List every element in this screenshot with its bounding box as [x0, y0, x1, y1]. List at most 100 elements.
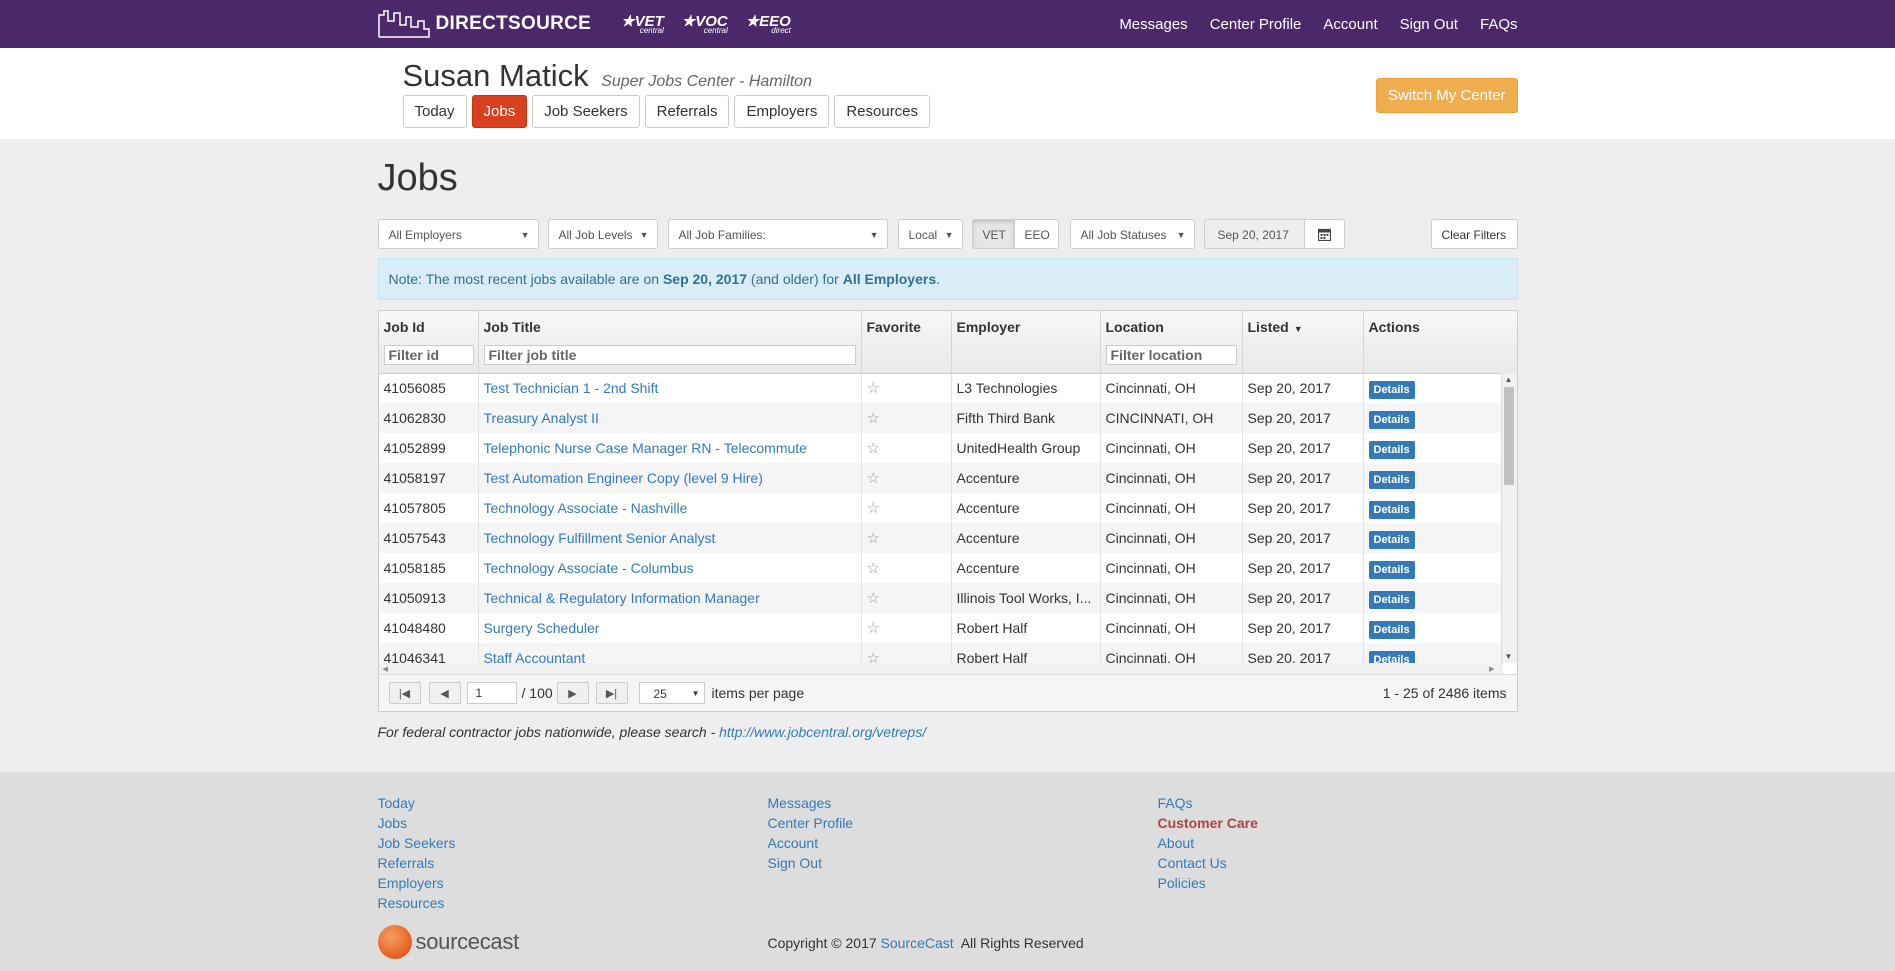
footer-job-seekers[interactable]: Job Seekers — [378, 833, 456, 853]
footer-about[interactable]: About — [1158, 833, 1258, 853]
tab-today[interactable]: Today — [402, 95, 467, 128]
footer-messages[interactable]: Messages — [768, 793, 854, 813]
details-button[interactable]: Details — [1368, 651, 1415, 663]
date-input[interactable]: Sep 20, 2017 — [1203, 219, 1305, 249]
vet-central-logo[interactable]: ★VET central — [621, 14, 664, 35]
scroll-up-icon[interactable]: ▲ — [1505, 375, 1513, 384]
tab-job-seekers[interactable]: Job Seekers — [532, 95, 640, 128]
tab-jobs[interactable]: Jobs — [471, 95, 528, 128]
nav-messages[interactable]: Messages — [1119, 16, 1187, 33]
scroll-down-icon[interactable]: ▼ — [1505, 652, 1513, 661]
first-page-button[interactable]: |◀ — [388, 682, 421, 704]
details-button[interactable]: Details — [1368, 591, 1415, 609]
details-button[interactable]: Details — [1368, 471, 1415, 489]
employers-select[interactable]: All Employers ▼ — [377, 219, 539, 249]
footer-sign-out[interactable]: Sign Out — [768, 853, 854, 873]
footer-referrals[interactable]: Referrals — [378, 853, 456, 873]
footer-faqs[interactable]: FAQs — [1158, 793, 1258, 813]
vertical-scrollbar[interactable]: ▲ ▼ — [1500, 373, 1517, 663]
details-button[interactable]: Details — [1368, 441, 1415, 459]
details-button[interactable]: Details — [1368, 621, 1415, 639]
footer-today[interactable]: Today — [378, 793, 456, 813]
star-icon[interactable]: ☆ — [867, 500, 880, 517]
footer-customer-care[interactable]: Customer Care — [1158, 813, 1258, 833]
col-employer[interactable]: Employer — [952, 311, 1101, 373]
table-row: 41048480 Surgery Scheduler ☆ Robert Half Cin… — [379, 613, 1503, 643]
eeo-direct-logo[interactable]: ★EEO direct — [746, 14, 791, 35]
sourcecast-link[interactable]: SourceCast — [881, 935, 954, 951]
footer-policies[interactable]: Policies — [1158, 873, 1258, 893]
job-families-select[interactable]: All Job Families: ▼ — [667, 219, 888, 249]
details-button[interactable]: Details — [1368, 561, 1415, 579]
job-statuses-dropdown[interactable]: All Job Statuses ▼ — [1069, 219, 1195, 249]
col-job-id[interactable]: Job Id — [379, 311, 479, 373]
footer-employers[interactable]: Employers — [378, 873, 456, 893]
tab-resources[interactable]: Resources — [834, 95, 931, 128]
employer-cell: Robert Half — [952, 613, 1101, 643]
job-title-link[interactable]: Technology Associate - Columbus — [484, 560, 694, 576]
scrollbar-thumb[interactable] — [1503, 387, 1514, 485]
voc-central-logo[interactable]: ★VOC central — [682, 14, 728, 35]
calendar-button[interactable] — [1303, 219, 1345, 249]
details-button[interactable]: Details — [1368, 531, 1415, 549]
directsource-logo[interactable]: DIRECTSOURCE — [377, 9, 592, 39]
details-button[interactable]: Details — [1368, 411, 1415, 429]
scope-dropdown[interactable]: Local ▼ — [897, 219, 963, 249]
listed-cell: Sep 20, 2017 — [1243, 403, 1364, 433]
footer-center-profile[interactable]: Center Profile — [768, 813, 854, 833]
job-title-link[interactable]: Surgery Scheduler — [484, 620, 600, 636]
eeo-toggle[interactable]: EEO — [1013, 219, 1059, 249]
job-title-link[interactable]: Test Technician 1 - 2nd Shift — [484, 380, 659, 396]
page-input[interactable]: 1 — [466, 682, 517, 704]
nav-faqs[interactable]: FAQs — [1480, 16, 1518, 33]
jobcentral-link[interactable]: http://www.jobcentral.org/vetreps/ — [719, 724, 926, 740]
filter-id-input[interactable] — [383, 345, 474, 365]
prev-page-button[interactable]: ◀ — [428, 682, 461, 704]
filter-job-title-input[interactable] — [483, 345, 856, 365]
clear-filters-button[interactable]: Clear Filters — [1430, 219, 1518, 249]
scroll-right-icon[interactable]: ▶ — [1489, 665, 1494, 673]
filter-location-input[interactable] — [1105, 345, 1237, 365]
switch-center-button[interactable]: Switch My Center — [1375, 78, 1518, 113]
star-icon[interactable]: ☆ — [867, 650, 880, 663]
scroll-left-icon[interactable]: ◀ — [383, 665, 388, 673]
center-name: Super Jobs Center - Hamilton — [601, 73, 812, 90]
star-icon[interactable]: ☆ — [867, 380, 880, 397]
nav-center-profile[interactable]: Center Profile — [1210, 16, 1302, 33]
tab-employers[interactable]: Employers — [734, 95, 830, 128]
details-button[interactable]: Details — [1368, 381, 1415, 399]
star-icon[interactable]: ☆ — [867, 530, 880, 547]
details-button[interactable]: Details — [1368, 501, 1415, 519]
next-page-button[interactable]: ▶ — [556, 682, 589, 704]
nav-account[interactable]: Account — [1323, 16, 1377, 33]
star-icon[interactable]: ☆ — [867, 560, 880, 577]
col-job-title[interactable]: Job Title — [479, 311, 862, 373]
caret-down-icon: ▼ — [944, 230, 954, 240]
col-favorite[interactable]: Favorite — [862, 311, 952, 373]
col-location[interactable]: Location — [1101, 311, 1243, 373]
last-page-button[interactable]: ▶| — [595, 682, 628, 704]
job-title-link[interactable]: Technical & Regulatory Information Manag… — [484, 590, 760, 606]
star-icon[interactable]: ☆ — [867, 470, 880, 487]
footer-jobs[interactable]: Jobs — [378, 813, 456, 833]
col-listed[interactable]: Listed ▼ — [1243, 311, 1364, 373]
tab-referrals[interactable]: Referrals — [644, 95, 730, 128]
footer-contact-us[interactable]: Contact Us — [1158, 853, 1258, 873]
vet-toggle[interactable]: VET — [971, 219, 1015, 249]
job-levels-dropdown[interactable]: All Job Levels ▼ — [547, 219, 658, 249]
sourcecast-logo[interactable]: sourcecast — [377, 925, 519, 959]
job-title-link[interactable]: Test Automation Engineer Copy (level 9 H… — [484, 470, 763, 486]
footer-account[interactable]: Account — [768, 833, 854, 853]
star-icon[interactable]: ☆ — [867, 410, 880, 427]
star-icon[interactable]: ☆ — [867, 620, 880, 637]
nav-sign-out[interactable]: Sign Out — [1400, 16, 1458, 33]
footer-resources[interactable]: Resources — [378, 893, 456, 913]
page-size-select[interactable]: 25 ▼ — [638, 682, 705, 704]
job-title-link[interactable]: Treasury Analyst II — [484, 410, 599, 426]
star-icon[interactable]: ☆ — [867, 590, 880, 607]
job-title-link[interactable]: Technology Associate - Nashville — [484, 500, 688, 516]
job-title-link[interactable]: Telephonic Nurse Case Manager RN - Telec… — [484, 440, 807, 456]
job-title-link[interactable]: Technology Fulfillment Senior Analyst — [484, 530, 716, 546]
job-title-link[interactable]: Staff Accountant — [484, 650, 586, 663]
star-icon[interactable]: ☆ — [867, 440, 880, 457]
